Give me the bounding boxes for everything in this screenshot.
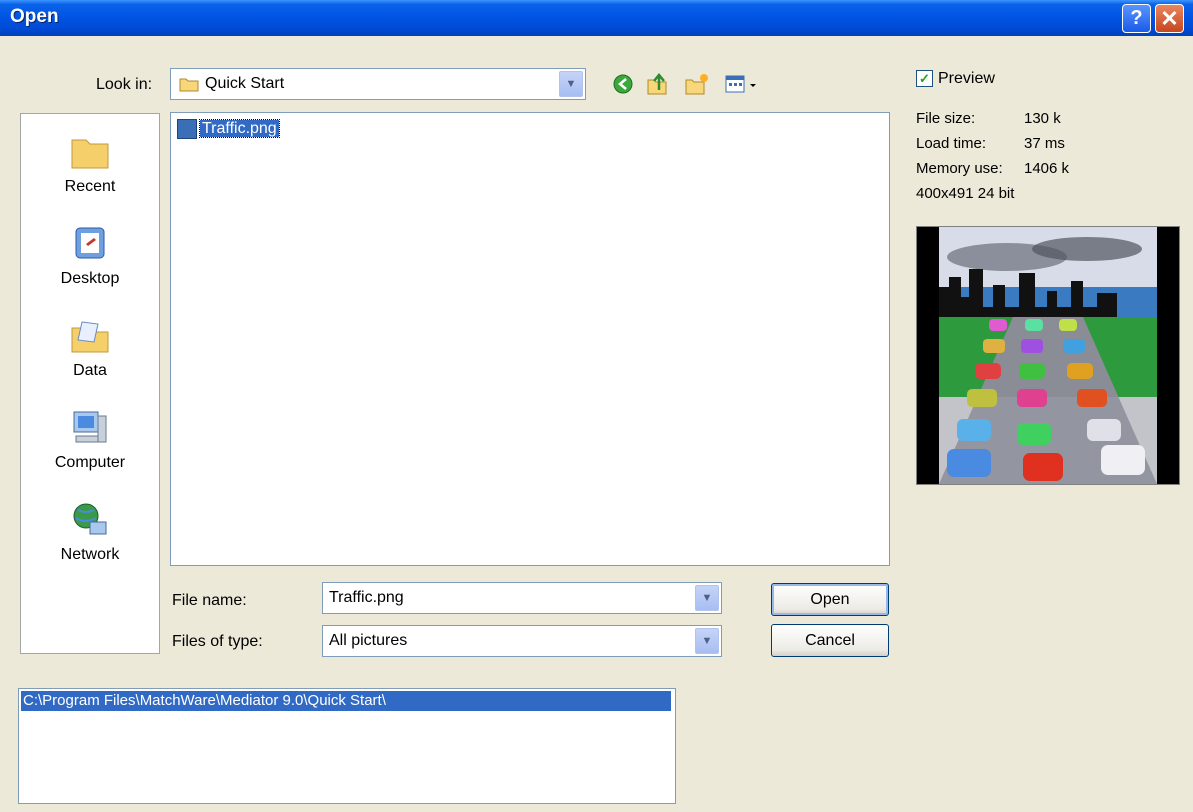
look-in-value: Quick Start [205, 75, 285, 92]
chevron-down-icon[interactable]: ▼ [695, 585, 719, 611]
desktop-icon [75, 227, 105, 259]
place-label: Recent [64, 178, 116, 195]
dialog-title: Open [10, 6, 59, 27]
path-item[interactable]: C:\Program Files\MatchWare\Mediator 9.0\… [21, 691, 671, 711]
new-folder-icon[interactable] [684, 70, 710, 98]
place-label: Data [73, 362, 107, 379]
image-dimensions: 400x491 24 bit [916, 185, 1015, 202]
computer-icon [73, 411, 107, 443]
place-label: Computer [54, 454, 126, 471]
places-bar: Recent Desktop Data Computer Network [20, 113, 160, 654]
file-name-label: File name: [172, 592, 247, 609]
file-item[interactable]: Traffic.png [177, 119, 280, 139]
place-computer[interactable]: Computer [21, 408, 159, 472]
file-item-name: Traffic.png [199, 119, 280, 139]
cancel-button[interactable]: Cancel [771, 624, 889, 657]
place-recent[interactable]: Recent [21, 132, 159, 196]
place-data[interactable]: Data [21, 316, 159, 380]
place-label: Desktop [60, 270, 120, 287]
file-size-value: 130 k [1024, 110, 1061, 127]
close-button[interactable]: ✕ [1155, 4, 1184, 33]
data-folder-icon [71, 321, 109, 353]
file-list[interactable]: Traffic.png [170, 112, 890, 566]
load-time-value: 37 ms [1024, 135, 1065, 152]
chevron-down-icon[interactable]: ▼ [695, 628, 719, 654]
preview-image [916, 226, 1180, 485]
up-folder-icon[interactable] [645, 70, 671, 98]
back-icon[interactable] [612, 70, 636, 98]
open-button[interactable]: Open [771, 583, 889, 616]
place-network[interactable]: Network [21, 500, 159, 564]
title-bar[interactable]: Open ? ✕ [0, 0, 1193, 36]
look-in-label: Look in: [96, 76, 153, 93]
preview-checkbox[interactable]: ✓ [916, 70, 933, 87]
memory-use-value: 1406 k [1024, 160, 1070, 177]
load-time-label: Load time: [916, 135, 987, 152]
image-file-icon [177, 119, 197, 139]
network-icon [73, 503, 107, 535]
memory-use-label: Memory use: [916, 160, 1003, 177]
file-size-label: File size: [916, 110, 976, 127]
files-of-type-label: Files of type: [172, 633, 263, 650]
views-menu-icon[interactable] [724, 70, 760, 98]
recent-folder-icon [71, 139, 109, 169]
place-desktop[interactable]: Desktop [21, 224, 159, 288]
chevron-down-icon[interactable]: ▼ [559, 71, 583, 97]
folder-icon [179, 78, 199, 92]
help-button[interactable]: ? [1122, 4, 1151, 33]
traffic-illustration [939, 227, 1157, 484]
path-list[interactable]: C:\Program Files\MatchWare\Mediator 9.0\… [18, 688, 676, 804]
files-of-type-value: All pictures [329, 632, 408, 649]
open-dialog: Open ? ✕ Look in: Quick Start ▼ Recent D… [0, 0, 1193, 812]
preview-label: Preview [938, 70, 995, 87]
place-label: Network [60, 546, 120, 563]
file-name-input[interactable]: Traffic.png ▼ [322, 582, 722, 614]
file-name-value[interactable]: Traffic.png [329, 589, 404, 607]
look-in-dropdown[interactable]: Quick Start ▼ [170, 68, 586, 100]
files-of-type-dropdown[interactable]: All pictures ▼ [322, 625, 722, 657]
